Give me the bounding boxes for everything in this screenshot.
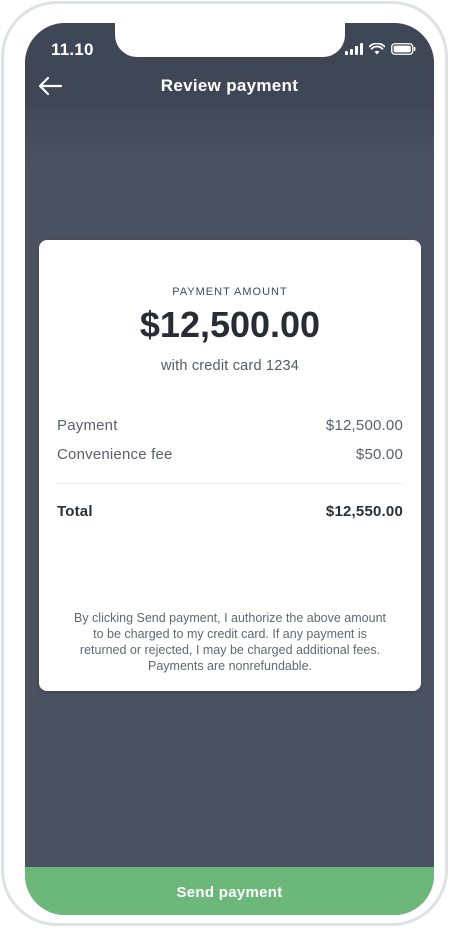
- total-value: $12,550.00: [325, 503, 403, 520]
- payment-review-card: PAYMENT AMOUNT $12,500.00 with credit ca…: [39, 240, 421, 691]
- line-item-value: $50.00: [355, 446, 403, 463]
- wifi-icon: [369, 43, 385, 55]
- line-item-convenience-fee: Convenience fee $50.00: [57, 446, 403, 463]
- signal-icon: [345, 43, 363, 55]
- phone-frame: 11.10 Review payment PAYMENT AMOUNT $12,…: [1, 1, 448, 926]
- line-item-payment: Payment $12,500.00: [57, 417, 403, 434]
- page-title: Review payment: [160, 76, 299, 95]
- payment-method-text: with credit card 1234: [161, 358, 299, 374]
- top-bar-shadow: [25, 107, 434, 167]
- total-row: Total $12,550.00: [57, 503, 403, 520]
- payment-amount-label: PAYMENT AMOUNT: [172, 286, 288, 298]
- device-notch: [115, 23, 345, 57]
- line-item-label: Payment: [57, 417, 118, 434]
- payment-amount-value: $12,500.00: [139, 304, 321, 345]
- authorization-disclaimer: By clicking Send payment, I authorize th…: [74, 611, 386, 673]
- total-label: Total: [57, 503, 93, 520]
- status-time: 11.10: [51, 40, 94, 59]
- line-item-label: Convenience fee: [57, 446, 173, 463]
- app-screen: 11.10 Review payment PAYMENT AMOUNT $12,…: [25, 23, 434, 915]
- send-payment-button[interactable]: Send payment: [25, 867, 434, 915]
- status-icons: [345, 43, 416, 55]
- line-item-value: $12,500.00: [325, 417, 403, 434]
- divider: [57, 483, 403, 484]
- battery-icon: [391, 43, 416, 55]
